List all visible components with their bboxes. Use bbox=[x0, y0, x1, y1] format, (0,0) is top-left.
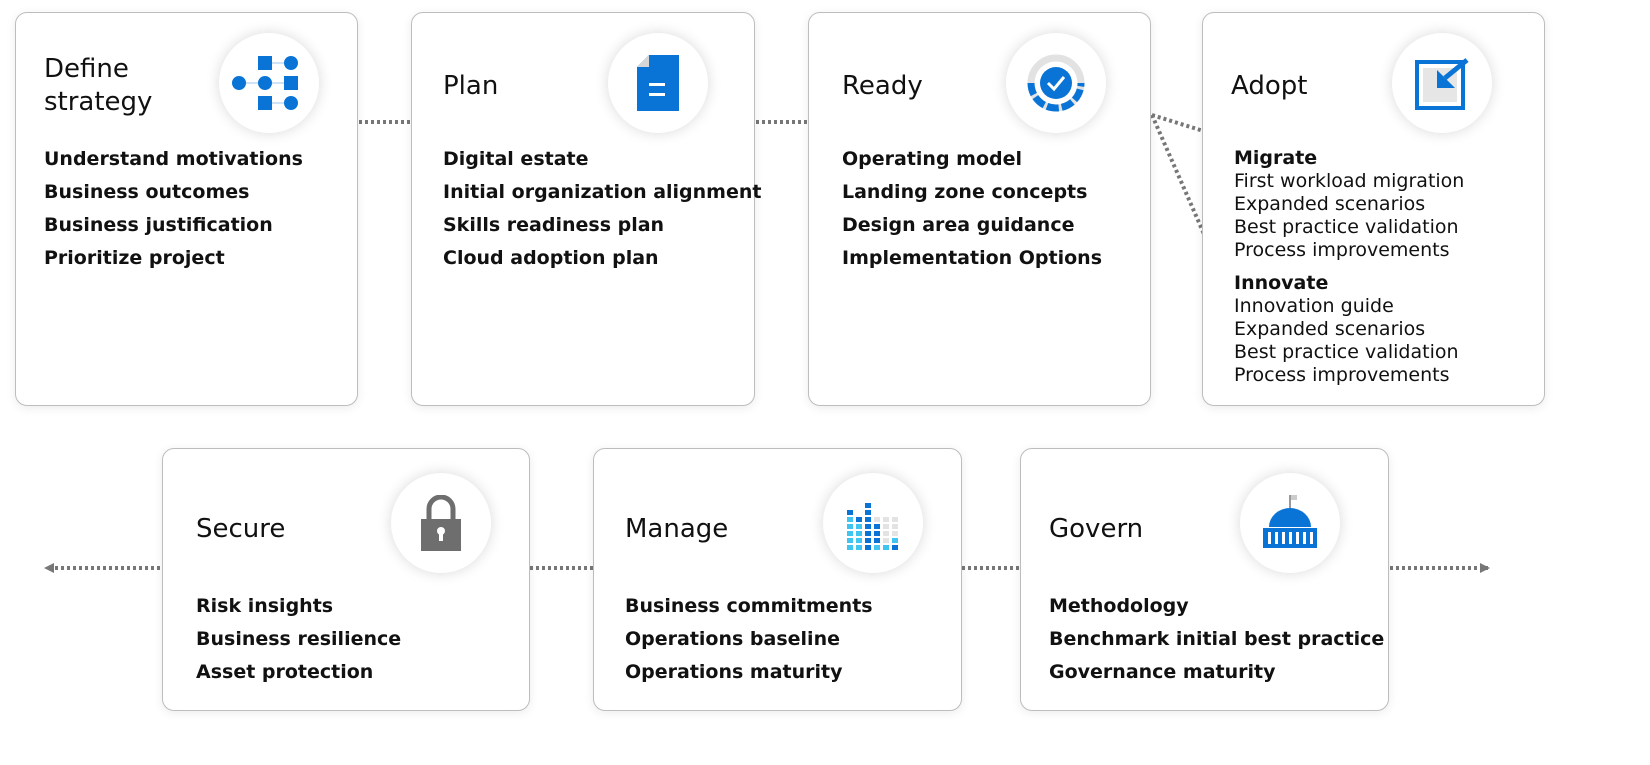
list-item: Benchmark initial best practice bbox=[1049, 628, 1385, 650]
list-item: Cloud adoption plan bbox=[443, 247, 659, 269]
list-item: Expanded scenarios bbox=[1234, 193, 1426, 215]
item-list: Digital estate Initial organization alig… bbox=[443, 143, 761, 275]
card-title: Define strategy bbox=[44, 54, 153, 117]
list-item: Governance maturity bbox=[1049, 661, 1276, 683]
card-govern: Govern Methodology Benchmark initial bes… bbox=[1020, 448, 1389, 711]
card-ready: Ready Operating model Landing zone conce… bbox=[808, 12, 1151, 406]
list-item: Methodology bbox=[1049, 595, 1189, 617]
list-item: Asset protection bbox=[196, 661, 374, 683]
list-item: Operations maturity bbox=[625, 661, 843, 683]
capitol-building-icon bbox=[1240, 473, 1340, 573]
list-item: Operations baseline bbox=[625, 628, 840, 650]
list-item: Landing zone concepts bbox=[842, 181, 1088, 203]
checkmark-gear-icon bbox=[1006, 33, 1106, 133]
item-list: Understand motivations Business outcomes… bbox=[44, 143, 303, 275]
migrate-heading: Migrate bbox=[1234, 147, 1318, 169]
card-manage: Manage Business commitments Operations b… bbox=[593, 448, 962, 711]
item-list: Risk insights Business resilience Asset … bbox=[196, 590, 401, 689]
card-title: Secure bbox=[196, 514, 286, 544]
list-item: Design area guidance bbox=[842, 214, 1075, 236]
card-define-strategy: Define strategy Understand motivations B… bbox=[15, 12, 358, 406]
list-item: Risk insights bbox=[196, 595, 334, 617]
card-title: Govern bbox=[1049, 514, 1144, 544]
card-adopt: Adopt Migrate First workload migration E… bbox=[1202, 12, 1545, 406]
bar-chart-icon bbox=[823, 473, 923, 573]
migrate-arrow-icon bbox=[1392, 33, 1492, 133]
item-list: Business commitments Operations baseline… bbox=[625, 590, 873, 689]
item-list: Methodology Benchmark initial best pract… bbox=[1049, 590, 1384, 689]
adopt-lists: Migrate First workload migration Expande… bbox=[1234, 147, 1464, 387]
card-plan: Plan Digital estate Initial organization… bbox=[411, 12, 761, 406]
card-title: Adopt bbox=[1231, 71, 1308, 101]
list-item: Process improvements bbox=[1234, 239, 1450, 261]
list-item: Implementation Options bbox=[842, 247, 1103, 269]
list-item: Initial organization alignment bbox=[443, 181, 762, 203]
card-title: Manage bbox=[625, 514, 729, 544]
list-item: Operating model bbox=[842, 148, 1023, 170]
list-item: Business commitments bbox=[625, 595, 873, 617]
item-list: Operating model Landing zone concepts De… bbox=[842, 143, 1102, 275]
card-secure: Secure Risk insights Business resilience… bbox=[162, 448, 530, 711]
list-item: Business resilience bbox=[196, 628, 402, 650]
cloud-adoption-diagram: Define strategy Understand motivations B… bbox=[0, 0, 1650, 765]
list-item: Expanded scenarios bbox=[1234, 318, 1426, 340]
list-item: Best practice validation bbox=[1234, 216, 1459, 238]
card-title: Ready bbox=[842, 71, 923, 101]
list-item: First workload migration bbox=[1234, 170, 1465, 192]
process-flow-icon bbox=[219, 33, 319, 133]
list-item: Best practice validation bbox=[1234, 341, 1459, 363]
innovate-heading: Innovate bbox=[1234, 272, 1329, 294]
list-item: Business outcomes bbox=[44, 181, 250, 203]
card-title: Plan bbox=[443, 71, 499, 101]
list-item: Skills readiness plan bbox=[443, 214, 665, 236]
document-icon bbox=[608, 33, 708, 133]
list-item: Innovation guide bbox=[1234, 295, 1394, 317]
list-item: Understand motivations bbox=[44, 148, 303, 170]
lock-icon bbox=[391, 473, 491, 573]
list-item: Business justification bbox=[44, 214, 273, 236]
list-item: Process improvements bbox=[1234, 364, 1450, 386]
list-item: Digital estate bbox=[443, 148, 589, 170]
list-item: Prioritize project bbox=[44, 247, 225, 269]
